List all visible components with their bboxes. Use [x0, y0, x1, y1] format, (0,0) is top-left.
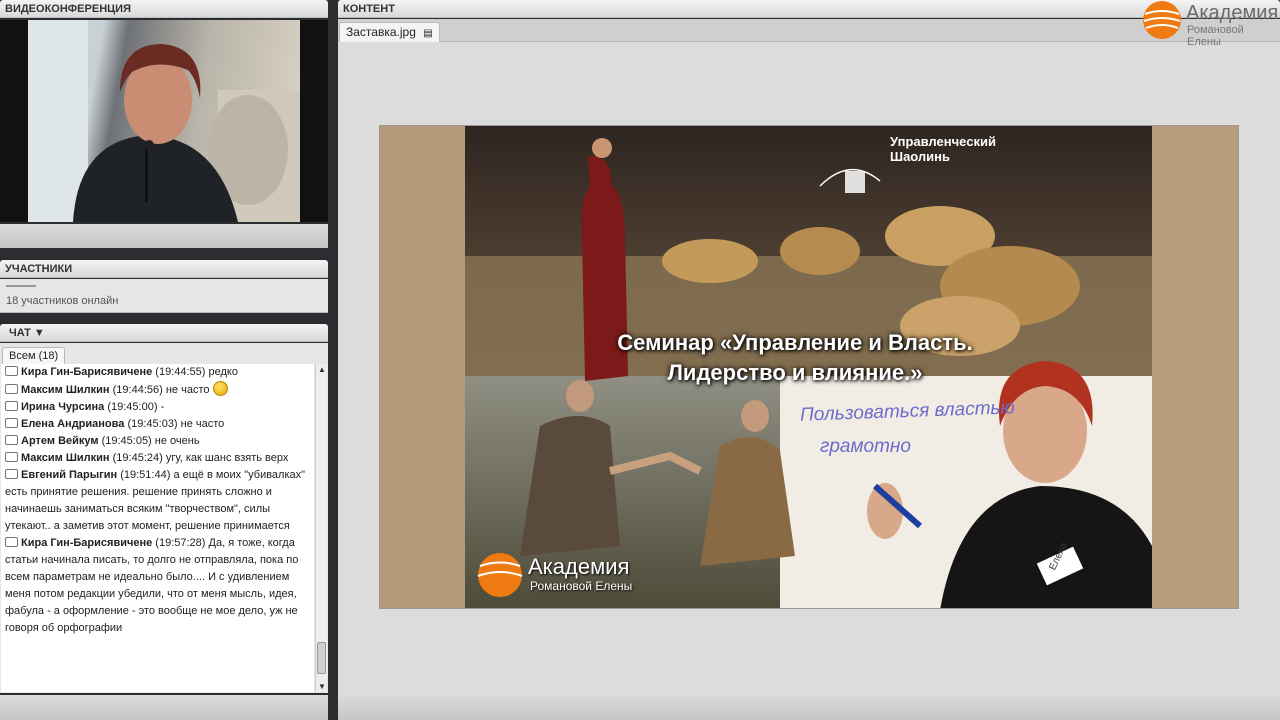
- brand-subtitle: Романовой Елены: [1187, 24, 1244, 48]
- smiley-icon: [212, 381, 228, 396]
- chat-message: Ирина Чурсина (19:45:00) -: [3, 399, 312, 416]
- brand-name: Академия: [1186, 2, 1279, 24]
- chat-message-time: (19:45:24): [112, 452, 163, 464]
- content-panel-header: КОНТЕНТ: [338, 0, 1280, 18]
- chat-panel-header[interactable]: ЧАТ ▼: [0, 324, 328, 342]
- chat-message-text: не часто: [180, 418, 225, 430]
- chat-message-text: угу, как шанс взять верх: [165, 452, 289, 464]
- chat-message-author: Ирина Чурсина: [21, 401, 105, 413]
- chat-message: Елена Андрианова (19:45:03) не часто: [3, 416, 312, 433]
- slide-title-line-2: Лидерство и влияние.»: [667, 360, 923, 385]
- chat-message-time: (19:45:00): [107, 401, 158, 413]
- tab-zastavka[interactable]: Заставка.jpg ▤: [339, 22, 440, 42]
- content-tabbar: [338, 19, 1280, 42]
- message-bubble-icon: [5, 366, 18, 376]
- participants-panel-header[interactable]: УЧАСТНИКИ: [0, 260, 328, 278]
- message-bubble-icon: [5, 384, 18, 394]
- scroll-up-arrow-icon[interactable]: ▲: [318, 365, 326, 374]
- slide-title-line-1: Семинар «Управление и Власть.: [617, 330, 973, 355]
- brand-sphere-icon: [1143, 1, 1181, 39]
- chat-log: Кира Гин-Барисявичене (19:44:55) редко М…: [1, 364, 314, 692]
- chat-message-author: Артем Вейкум: [21, 435, 99, 447]
- chat-message: Максим Шилкин (19:45:24) угу, как шанс в…: [3, 450, 312, 467]
- chat-message-text: не часто: [165, 384, 210, 396]
- slide-title: Семинар «Управление и Власть. Лидерство …: [580, 328, 1010, 388]
- message-bubble-icon: [5, 537, 18, 547]
- video-panel-header: ВИДЕОКОНФЕРЕНЦИЯ: [0, 0, 328, 18]
- video-panel-title: ВИДЕОКОНФЕРЕНЦИЯ: [5, 3, 131, 15]
- brand-logo: Академия Романовой Елены: [1142, 0, 1280, 48]
- chat-message-time: (19:57:28): [155, 537, 206, 549]
- message-bubble-icon: [5, 435, 18, 445]
- message-bubble-icon: [5, 469, 18, 479]
- slide-image: Управленческий Шаолинь Пользоваться влас…: [379, 125, 1239, 609]
- content-footer-bar: [338, 693, 1280, 720]
- scroll-down-arrow-icon[interactable]: ▼: [318, 682, 326, 691]
- webcam-video[interactable]: [0, 20, 328, 222]
- chat-message: Максим Шилкин (19:44:56) не часто: [3, 381, 312, 399]
- chat-message-author: Кира Гин-Барисявичене: [21, 366, 153, 378]
- slide-brand-name: Академия: [528, 554, 630, 579]
- chat-message-text: редко: [208, 366, 238, 378]
- chat-message-time: (19:51:44): [120, 469, 171, 481]
- whiteboard-line-2: грамотно: [820, 436, 911, 457]
- chat-message-author: Евгений Парыгин: [21, 469, 118, 481]
- content-panel-title: КОНТЕНТ: [343, 3, 395, 15]
- participants-panel-title: УЧАСТНИКИ: [5, 263, 73, 275]
- slide-brand-subtitle: Романовой Елены: [530, 579, 633, 593]
- chat-message-time: (19:44:56): [112, 384, 163, 396]
- message-bubble-icon: [5, 418, 18, 428]
- participants-count: 18 участников онлайн: [6, 295, 119, 307]
- participants-divider: [6, 285, 36, 287]
- chat-message-text: не очень: [154, 435, 200, 447]
- chat-input-bar[interactable]: [0, 695, 328, 720]
- slide-logo-top-line: Управленческий: [890, 134, 996, 149]
- file-tab-label: Заставка.jpg: [346, 25, 416, 39]
- chat-tab-all[interactable]: Всем (18): [2, 347, 66, 365]
- chat-message-time: (19:45:05): [101, 435, 152, 447]
- document-icon: ▤: [423, 28, 433, 39]
- chat-message: Евгений Парыгин (19:51:44) а ещё в моих …: [3, 467, 312, 535]
- chat-panel-title[interactable]: ЧАТ ▼: [5, 327, 45, 339]
- chat-message-time: (19:45:03): [127, 418, 178, 430]
- chat-message-author: Елена Андрианова: [21, 418, 125, 430]
- chat-message: Кира Гин-Барисявичене (19:57:28) Да, я т…: [3, 535, 312, 637]
- chat-message-text: Да, я тоже, когда статьи начинала писать…: [5, 537, 299, 634]
- webcam-feed: [28, 20, 300, 222]
- chat-scrollbar[interactable]: ▲ ▼: [315, 364, 327, 692]
- chat-message: Кира Гин-Барисявичене (19:44:55) редко: [3, 364, 312, 381]
- chat-message-time: (19:44:55): [155, 366, 206, 378]
- chat-message-author: Максим Шилкин: [21, 384, 110, 396]
- slide-logo-bottom-line: Шаолинь: [890, 149, 951, 164]
- message-bubble-icon: [5, 452, 18, 462]
- video-footer-bar: [0, 224, 328, 248]
- speaker-silhouette: [28, 20, 300, 222]
- chat-scroll-thumb[interactable]: [317, 642, 326, 674]
- chat-message-author: Максим Шилкин: [21, 452, 110, 464]
- chat-message-text: -: [160, 401, 165, 413]
- chat-message: Артем Вейкум (19:45:05) не очень: [3, 433, 312, 450]
- chat-message-author: Кира Гин-Барисявичене: [21, 537, 153, 549]
- message-bubble-icon: [5, 401, 18, 411]
